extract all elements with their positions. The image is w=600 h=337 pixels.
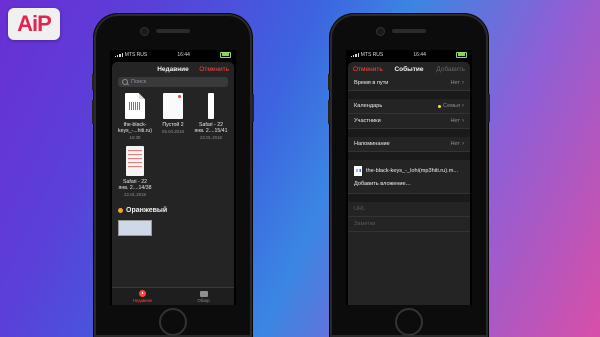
status-bar: MTS RUS 16:44 [110, 50, 236, 59]
calendar-color-dot [438, 104, 442, 108]
recent-files-grid: the-black- keys_-...hiti.ru) 16:39 Пусто… [112, 87, 234, 197]
calendar-row[interactable]: Календарь Семья › [348, 99, 470, 114]
invitees-row[interactable]: Участники Нет › [348, 114, 470, 129]
earpiece-speaker [156, 29, 190, 33]
clock-icon [139, 290, 146, 297]
chevron-right-icon: › [462, 141, 464, 147]
carrier-label: MTS RUS [124, 51, 148, 58]
search-icon [122, 79, 128, 85]
nav-bar: Отменить Событие Добавить [348, 62, 470, 76]
iphone-left: MTS RUS 16:44 Недавние Отменить Поиск th… [92, 14, 254, 337]
blank-document-icon [163, 93, 183, 119]
screenshot-thumbnail [126, 146, 144, 177]
status-bar: MTS RUS 16:44 [346, 50, 472, 59]
tag-label: Оранжевый [126, 207, 168, 215]
file-item[interactable]: Safari - 22 янв. 2....15/41 22.01.2018 [192, 93, 230, 140]
battery-icon [455, 51, 467, 58]
calendar-event-screen: MTS RUS 16:44 Отменить Событие Добавить … [346, 50, 472, 305]
search-placeholder: Поиск [131, 79, 147, 85]
search-input[interactable]: Поиск [118, 77, 228, 87]
tab-bar: Недавние Обзор [112, 287, 234, 305]
earpiece-speaker [392, 29, 426, 33]
status-time: 16:44 [177, 51, 190, 58]
battery-icon [219, 51, 231, 58]
file-item[interactable]: Пустой 2 05.04.2018 [154, 93, 192, 140]
file-item[interactable]: the-black- keys_-...hiti.ru) 16:39 [116, 93, 154, 140]
tagged-file-thumbnail[interactable] [118, 220, 152, 237]
signal-icon [115, 52, 123, 57]
attachment-name: the-black-keys_-_lohi(mp3hiti.ru).m... [366, 168, 459, 174]
attachment-row[interactable]: the-black-keys_-_lohi(mp3hiti.ru).m... [348, 160, 470, 179]
travel-time-row[interactable]: Время в пути Нет › [348, 76, 470, 91]
home-button[interactable] [159, 308, 187, 336]
chevron-right-icon: › [462, 118, 464, 124]
page-title: Событие [394, 65, 424, 73]
notes-field[interactable]: Заметки [348, 217, 470, 232]
home-button[interactable] [395, 308, 423, 336]
front-camera [376, 27, 385, 36]
alert-row[interactable]: Напоминание Нет › [348, 137, 470, 152]
nav-bar: Недавние Отменить [112, 62, 234, 76]
recents-sheet: Недавние Отменить Поиск the-black- keys_… [112, 62, 234, 305]
audio-file-icon [354, 166, 362, 176]
new-event-sheet: Отменить Событие Добавить Время в пути Н… [348, 62, 470, 305]
orange-tag-dot [118, 208, 123, 214]
add-button[interactable]: Добавить [436, 66, 465, 73]
url-field[interactable]: URL [348, 202, 470, 217]
tab-recents[interactable]: Недавние [112, 288, 173, 305]
screenshot-thumbnail [208, 93, 214, 119]
status-time: 16:44 [413, 51, 426, 58]
chevron-right-icon: › [462, 103, 464, 109]
file-item[interactable]: Safari - 22 янв. 2....14/38 22.01.2018 [116, 146, 154, 197]
page-title: Недавние [157, 65, 189, 73]
files-app-screen: MTS RUS 16:44 Недавние Отменить Поиск th… [110, 50, 236, 305]
aip-logo: AiP [8, 8, 60, 40]
chevron-right-icon: › [462, 80, 464, 86]
tag-section-header[interactable]: Оранжевый [112, 197, 234, 214]
audio-file-icon [125, 93, 145, 119]
carrier-label: MTS RUS [360, 51, 384, 58]
tab-browse[interactable]: Обзор [173, 288, 234, 305]
folder-icon [199, 290, 208, 297]
front-camera [140, 27, 149, 36]
add-attachment-button[interactable]: Добавить вложение... [348, 179, 470, 194]
iphone-right: MTS RUS 16:44 Отменить Событие Добавить … [328, 14, 490, 337]
signal-icon [351, 52, 359, 57]
cancel-button[interactable]: Отменить [199, 66, 229, 73]
cancel-button[interactable]: Отменить [353, 66, 383, 73]
